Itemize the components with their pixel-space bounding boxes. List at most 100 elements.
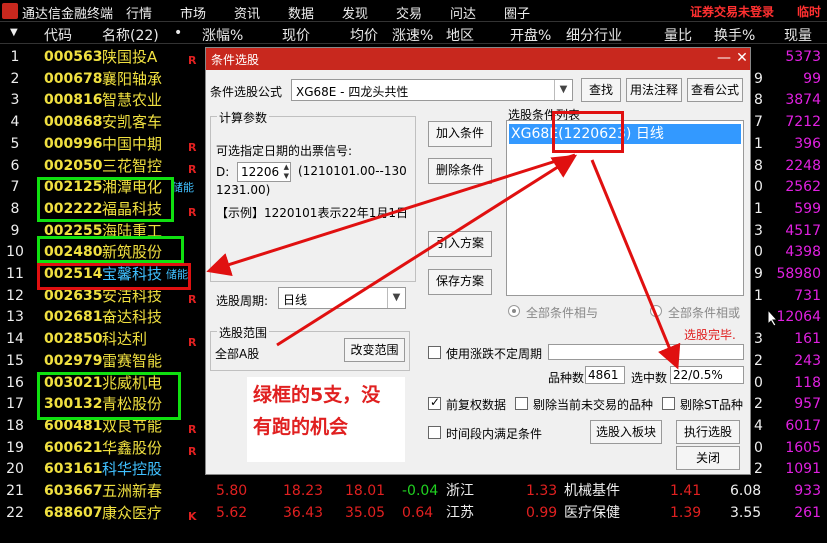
row-index: 9 [10,222,20,239]
col-curvol[interactable]: 现量 [784,25,812,45]
d-value: 12206 [241,165,280,179]
usage-button[interactable]: 用法注释 [626,78,682,102]
hit-value: 22/0.5% [673,368,723,382]
current-volume: 5373 [785,49,821,65]
stock-code: 002222 [44,200,103,217]
col-avg[interactable]: 均价 [350,25,378,45]
menu-item-news[interactable]: 资讯 [234,3,260,22]
stock-code: 002979 [44,352,103,369]
time-ok-checkbox[interactable] [428,426,441,439]
chevron-down-icon[interactable]: ▼ [554,80,572,100]
stock-name: 青松股份 [102,395,163,414]
formula-value: XG68E - 四龙头共性 [296,85,409,99]
time-ok-label: 时间段内满足条件 [446,427,543,441]
login-status[interactable]: 证券交易未登录 [690,3,774,20]
close-icon[interactable]: ✕ [734,50,750,66]
uncertain-period-checkbox[interactable] [428,346,441,359]
exclude-stop-checkbox[interactable] [515,397,528,410]
add-condition-button[interactable]: 加入条件 [428,121,492,147]
row-index: 12 [6,287,24,304]
current-volume: 12064 [776,309,821,326]
d-value-stepper[interactable]: 12206 ▲ ▼ [237,162,291,182]
row-index: 1 [10,49,20,65]
row-index: 6 [10,157,20,174]
dialog-titlebar[interactable]: 条件选股 — ✕ [206,48,750,70]
condition-list[interactable]: XG68E(1220623) 日线 [506,120,744,296]
stock-code: 600481 [44,417,103,434]
col-industry[interactable]: 细分行业 [566,25,622,45]
menu-item-data[interactable]: 数据 [288,3,314,22]
find-button[interactable]: 查找 [581,78,621,102]
open-pct: 1.33 [526,483,558,499]
concept-tag: 储能 [172,181,194,195]
radio-or-label: 全部条件相或 [668,306,741,320]
condition-list-item[interactable]: XG68E(1220623) 日线 [509,124,741,144]
menu-item-discover[interactable]: 发现 [342,3,368,22]
formula-combo[interactable]: XG68E - 四龙头共性 ▼ [291,79,573,101]
annotation-line-1: 绿框的5支，没 [253,384,381,406]
uncertain-period-field[interactable] [548,344,744,360]
app-title: 通达信金融终端 [22,7,114,22]
delete-condition-button[interactable]: 删除条件 [428,158,492,184]
range-title: 选股范围 [217,324,270,341]
table-row[interactable]: 21 603667 五洲新春 5.80 18.23 18.01 -0.04 浙江 1.33 机械基… [0,481,827,503]
col-code[interactable]: 代码 [44,25,72,45]
row-index: 5 [10,135,20,152]
save-plan-button[interactable]: 保存方案 [428,269,492,295]
fq-checkbox[interactable] [428,395,441,410]
col-speed[interactable]: 涨速% [392,25,433,45]
menu-item-market[interactable]: 市场 [180,3,206,22]
view-formula-button[interactable]: 查看公式 [687,78,743,102]
calc-params-title: 计算参数 [217,109,270,126]
radio-and[interactable] [508,305,520,317]
col-volratio[interactable]: 量比 [664,25,692,45]
region: 浙江 [446,483,474,499]
stock-name: 中国中期 [102,134,163,153]
turnover: 8 [754,92,763,109]
turnover: 3 [754,331,763,348]
stock-name: 三花智控 [102,156,163,175]
exclude-st-checkbox[interactable] [662,397,675,410]
col-dot[interactable]: • [174,25,182,41]
stock-code: 603161 [44,461,103,478]
change-range-button[interactable]: 改变范围 [344,338,405,362]
stepper-arrows-icon[interactable]: ▲ ▼ [284,163,289,181]
current-volume: 99 [803,70,821,87]
menu-item-wenda[interactable]: 问达 [450,3,476,22]
col-open[interactable]: 开盘% [510,25,551,45]
col-name[interactable]: 名称(22) [102,25,159,45]
minimize-icon[interactable]: — [716,50,732,66]
stock-code: 000996 [44,135,103,152]
col-turnover[interactable]: 换手% [714,25,755,45]
stock-code: 002681 [44,309,103,326]
col-change[interactable]: 涨幅% [202,25,243,45]
row-index: 21 [6,483,24,499]
margin-mark: R [188,205,197,219]
close-button[interactable]: 关闭 [676,446,740,470]
period-combo[interactable]: 日线 ▼ [278,287,406,309]
to-board-button[interactable]: 选股入板块 [590,420,662,444]
chevron-down-icon[interactable]: ▼ [387,288,405,308]
table-row[interactable]: 22 688607 康众医疗 K 5.62 36.43 35.05 0.64 江苏 0.99 医疗保… [0,503,827,525]
radio-or[interactable] [650,305,662,317]
margin-mark: R [188,444,197,458]
turnover: 9 [754,70,763,87]
row-index: 19 [6,439,24,456]
row-index: 7 [10,179,20,196]
row-index: 22 [6,504,24,521]
col-region[interactable]: 地区 [446,25,474,45]
current-volume: 731 [794,287,821,304]
run-select-button[interactable]: 执行选股 [676,420,740,444]
period-value: 日线 [283,293,308,307]
import-plan-button[interactable]: 引入方案 [428,231,492,257]
calc-params-group: 计算参数 [210,109,416,282]
menu-item-circle[interactable]: 圈子 [504,3,530,22]
margin-mark: R [188,162,197,176]
menu-item-trade[interactable]: 交易 [396,3,422,22]
turnover: 9 [754,266,763,282]
col-price[interactable]: 现价 [282,25,310,45]
count-value: 4861 [588,368,619,382]
open-pct: 0.99 [526,504,558,521]
margin-mark: K [188,509,197,523]
menu-item-quote[interactable]: 行情 [126,3,152,22]
